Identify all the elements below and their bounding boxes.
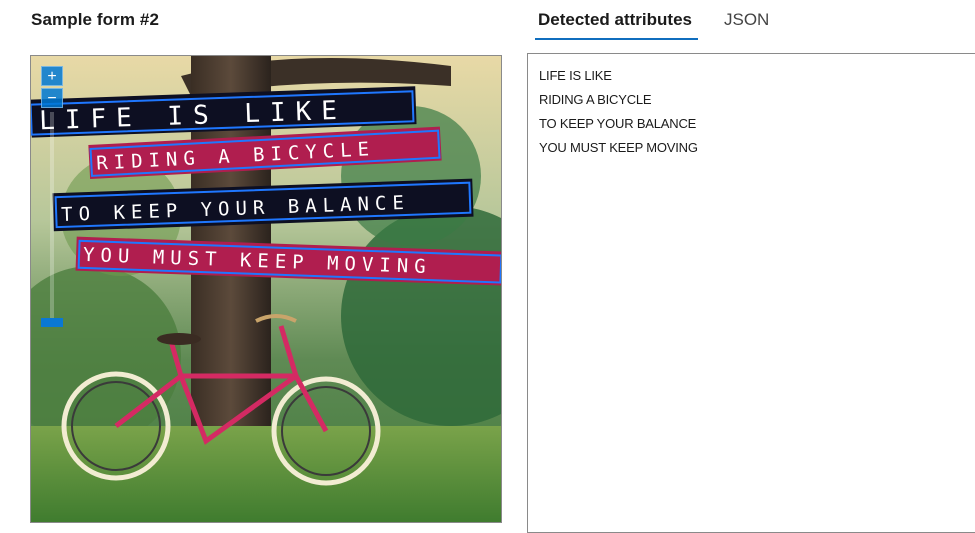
list-item: TO KEEP YOUR BALANCE bbox=[539, 116, 697, 131]
list-item: LIFE IS LIKE bbox=[539, 68, 612, 83]
minus-icon: − bbox=[47, 90, 57, 107]
poster-image: LIFE IS LIKE RIDING A BICYCLE TO KEEP YO… bbox=[31, 56, 501, 522]
attribute-list: LIFE IS LIKE RIDING A BICYCLE TO KEEP YO… bbox=[539, 64, 698, 160]
zoom-slider-track[interactable] bbox=[50, 112, 54, 324]
detected-attributes-panel: LIFE IS LIKE RIDING A BICYCLE TO KEEP YO… bbox=[527, 53, 975, 533]
zoom-out-button[interactable]: − bbox=[41, 88, 63, 108]
active-tab-indicator bbox=[535, 38, 698, 40]
zoom-in-button[interactable]: + bbox=[41, 66, 63, 86]
list-item: RIDING A BICYCLE bbox=[539, 92, 652, 107]
tab-detected-attributes[interactable]: Detected attributes bbox=[538, 10, 692, 30]
list-item: YOU MUST KEEP MOVING bbox=[539, 140, 698, 155]
image-viewer[interactable]: LIFE IS LIKE RIDING A BICYCLE TO KEEP YO… bbox=[30, 55, 502, 523]
form-title: Sample form #2 bbox=[31, 10, 160, 29]
zoom-slider-thumb[interactable] bbox=[41, 318, 63, 327]
plus-icon: + bbox=[47, 68, 57, 85]
tab-json[interactable]: JSON bbox=[724, 10, 769, 30]
